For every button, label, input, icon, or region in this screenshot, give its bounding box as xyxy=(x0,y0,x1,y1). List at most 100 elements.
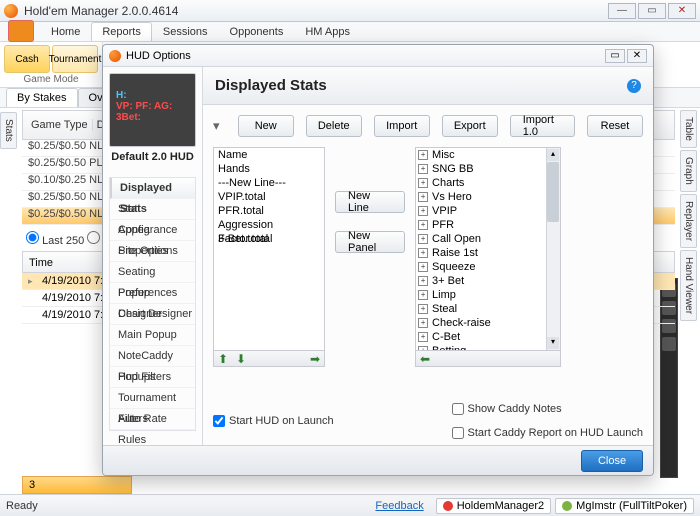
sidetab-graph[interactable]: Graph xyxy=(680,150,697,192)
subtab-bystakes[interactable]: By Stakes xyxy=(6,88,78,107)
tree-item[interactable]: +Vs Hero xyxy=(416,190,560,204)
tree-item[interactable]: +PFR xyxy=(416,218,560,232)
move-left-icon[interactable]: ⬅ xyxy=(416,352,434,366)
nav-seating-preferences[interactable]: Seating Preferences xyxy=(110,262,195,283)
plus-icon[interactable]: + xyxy=(418,220,428,230)
new-line-button[interactable]: New Line xyxy=(335,191,405,213)
tab-opponents[interactable]: Opponents xyxy=(219,22,295,41)
plus-icon[interactable]: + xyxy=(418,346,428,351)
replayer-icon[interactable] xyxy=(662,337,676,351)
page-indicator[interactable]: 3 xyxy=(22,476,132,494)
radio-last250[interactable] xyxy=(26,231,39,244)
plus-icon[interactable]: + xyxy=(418,192,428,202)
dialog-close-button[interactable]: ✕ xyxy=(627,49,647,63)
sidetab-handviewer[interactable]: Hand Viewer xyxy=(680,250,697,321)
plus-icon[interactable]: + xyxy=(418,150,428,160)
tree-item[interactable]: +VPIP xyxy=(416,204,560,218)
import10-button[interactable]: Import 1.0 xyxy=(510,115,575,137)
mode-tournament-button[interactable]: Tournament xyxy=(52,45,98,73)
move-right-icon[interactable]: ➡ xyxy=(306,352,324,366)
plus-icon[interactable]: + xyxy=(418,318,428,328)
tree-item[interactable]: +3+ Bet xyxy=(416,274,560,288)
list-item[interactable]: Hands xyxy=(214,162,324,176)
tree-item[interactable]: +SNG BB xyxy=(416,162,560,176)
status-text: Ready xyxy=(6,500,375,512)
nav-stat-appearance[interactable]: Stat Appearance xyxy=(110,199,195,220)
plus-icon[interactable]: + xyxy=(418,164,428,174)
mode-cash-button[interactable]: Cash xyxy=(4,45,50,73)
dialog-titlebar[interactable]: HUD Options ▭ ✕ xyxy=(103,45,653,67)
move-up-icon[interactable]: ⬆ xyxy=(214,352,232,366)
tree-item[interactable]: +Raise 1st xyxy=(416,246,560,260)
tree-item[interactable]: +Check-raise xyxy=(416,316,560,330)
tab-hmapps[interactable]: HM Apps xyxy=(294,22,361,41)
sidetab-table[interactable]: Table xyxy=(680,110,697,148)
expand-icon[interactable]: ▸ xyxy=(28,276,38,286)
hud-preview[interactable]: H: VP: PF: AG: 3Bet: xyxy=(109,73,196,147)
new-panel-button[interactable]: New Panel xyxy=(335,231,405,253)
status-hm2[interactable]: HoldemManager2 xyxy=(436,498,551,514)
tree-item[interactable]: +Steal xyxy=(416,302,560,316)
feedback-link[interactable]: Feedback xyxy=(375,500,423,512)
available-stats-tree[interactable]: +Misc +SNG BB +Charts +Vs Hero +VPIP +PF… xyxy=(415,147,561,351)
plus-icon[interactable]: + xyxy=(418,178,428,188)
scroll-down-icon[interactable]: ▾ xyxy=(547,337,559,349)
sidetab-stats[interactable]: Stats xyxy=(0,112,17,149)
tree-item[interactable]: +Call Open xyxy=(416,232,560,246)
scroll-thumb[interactable] xyxy=(547,162,559,222)
import-button[interactable]: Import xyxy=(374,115,430,137)
file-menu-button[interactable] xyxy=(8,20,34,42)
plus-icon[interactable]: + xyxy=(418,276,428,286)
nav-displayed-stats[interactable]: Displayed Stats xyxy=(110,178,195,199)
nav-auto-rate-rules[interactable]: Auto Rate Rules xyxy=(110,409,195,430)
tree-item[interactable]: +Limp xyxy=(416,288,560,302)
radio-last1000[interactable] xyxy=(87,231,100,244)
minimize-button[interactable]: — xyxy=(608,3,636,19)
tree-item[interactable]: +Charts xyxy=(416,176,560,190)
nav-tournament-filters[interactable]: Tournament Filters xyxy=(110,388,195,409)
list-item[interactable]: VPIP.total xyxy=(214,190,324,204)
col-game-type[interactable]: Game Type xyxy=(27,119,93,131)
start-hud-checkbox[interactable]: Start HUD on Launch xyxy=(213,403,334,439)
nav-main-popup[interactable]: Main Popup xyxy=(110,325,195,346)
list-item[interactable]: ---New Line--- xyxy=(214,176,324,190)
updown-spinner[interactable]: ▾ xyxy=(213,118,226,134)
plus-icon[interactable]: + xyxy=(418,262,428,272)
plus-icon[interactable]: + xyxy=(418,248,428,258)
list-item[interactable]: Name xyxy=(214,148,324,162)
tab-sessions[interactable]: Sessions xyxy=(152,22,219,41)
new-button[interactable]: New xyxy=(238,115,294,137)
plus-icon[interactable]: + xyxy=(418,206,428,216)
move-down-icon[interactable]: ⬇ xyxy=(232,352,250,366)
tree-item[interactable]: +Squeeze xyxy=(416,260,560,274)
help-icon[interactable]: ? xyxy=(627,79,641,93)
sidetab-replayer[interactable]: Replayer xyxy=(680,194,697,248)
plus-icon[interactable]: + xyxy=(418,234,428,244)
list-item[interactable]: PFR.total xyxy=(214,204,324,218)
list-item[interactable]: Aggression Factor.total xyxy=(214,218,324,232)
nav-site-options[interactable]: Site Options xyxy=(110,241,195,262)
delete-button[interactable]: Delete xyxy=(306,115,362,137)
plus-icon[interactable]: + xyxy=(418,332,428,342)
reset-button[interactable]: Reset xyxy=(587,115,643,137)
nav-notecaddy-popups[interactable]: NoteCaddy Popups xyxy=(110,346,195,367)
tree-item[interactable]: +Misc xyxy=(416,148,560,162)
window-close-button[interactable]: ✕ xyxy=(668,3,696,19)
tree-item[interactable]: +C-Bet xyxy=(416,330,560,344)
export-button[interactable]: Export xyxy=(442,115,498,137)
scroll-up-icon[interactable]: ▴ xyxy=(547,149,559,161)
dialog-maximize-button[interactable]: ▭ xyxy=(605,49,625,63)
plus-icon[interactable]: + xyxy=(418,304,428,314)
start-caddy-checkbox[interactable]: Start Caddy Report on HUD Launch xyxy=(452,427,643,439)
nav-chart-designer[interactable]: Chart Designer xyxy=(110,304,195,325)
status-user[interactable]: MgImstr (FullTiltPoker) xyxy=(555,498,694,514)
show-caddy-checkbox[interactable]: Show Caddy Notes xyxy=(452,403,643,415)
tab-reports[interactable]: Reports xyxy=(91,22,152,41)
nav-hud-filters[interactable]: Hud Filters xyxy=(110,367,195,388)
tree-item[interactable]: +Betting xyxy=(416,344,560,351)
plus-icon[interactable]: + xyxy=(418,290,428,300)
close-button[interactable]: Close xyxy=(581,450,643,472)
selected-stats-list[interactable]: Name Hands ---New Line--- VPIP.total PFR… xyxy=(213,147,325,351)
tab-home[interactable]: Home xyxy=(40,22,91,41)
maximize-button[interactable]: ▭ xyxy=(638,3,666,19)
